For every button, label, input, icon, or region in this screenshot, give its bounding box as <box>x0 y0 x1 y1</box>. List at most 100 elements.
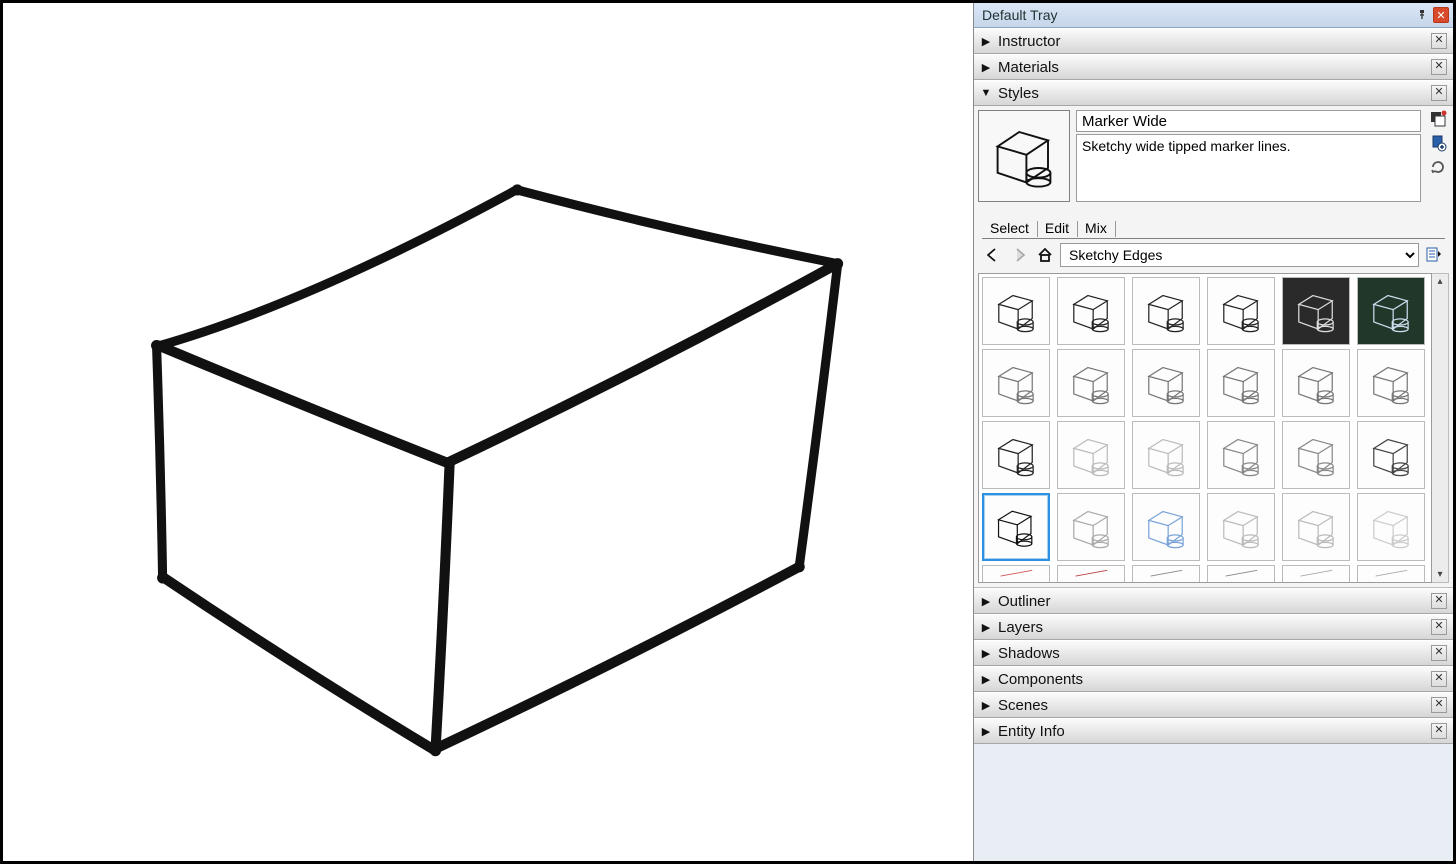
style-thumb[interactable] <box>1057 277 1125 345</box>
style-thumb[interactable] <box>1282 565 1350 583</box>
tray-close-button[interactable]: ✕ <box>1433 7 1449 23</box>
style-thumb[interactable] <box>1057 421 1125 489</box>
tab-underline <box>982 238 1445 239</box>
style-description-input[interactable]: Sketchy wide tipped marker lines. <box>1076 134 1421 202</box>
panel-materials: ▶ Materials ✕ <box>974 54 1453 80</box>
style-thumb[interactable] <box>1357 565 1425 583</box>
chevron-right-icon: ▶ <box>980 725 992 738</box>
panel-close-button[interactable]: ✕ <box>1431 33 1447 49</box>
style-thumb[interactable] <box>982 565 1050 583</box>
home-icon[interactable] <box>1034 244 1056 266</box>
style-thumb[interactable] <box>1357 277 1425 345</box>
panel-close-button[interactable]: ✕ <box>1431 645 1447 661</box>
panel-close-button[interactable]: ✕ <box>1431 697 1447 713</box>
details-icon[interactable] <box>1423 244 1445 266</box>
style-thumb[interactable] <box>1132 493 1200 561</box>
style-thumb[interactable] <box>1282 349 1350 417</box>
style-thumb[interactable] <box>1357 421 1425 489</box>
panel-header-instructor[interactable]: ▶ Instructor ✕ <box>974 29 1453 54</box>
panel-close-button[interactable]: ✕ <box>1431 671 1447 687</box>
panel-label: Materials <box>998 59 1431 76</box>
style-thumb[interactable] <box>982 421 1050 489</box>
panel-shadows: ▶ Shadows ✕ <box>974 640 1453 666</box>
style-thumb[interactable] <box>1207 493 1275 561</box>
style-thumb[interactable] <box>982 493 1050 561</box>
style-thumb[interactable] <box>1057 565 1125 583</box>
styles-scrollbar[interactable]: ▴ ▾ <box>1432 273 1449 583</box>
scroll-down-icon[interactable]: ▾ <box>1433 567 1448 582</box>
style-thumb[interactable] <box>982 277 1050 345</box>
style-thumb[interactable] <box>1207 565 1275 583</box>
chevron-right-icon: ▶ <box>980 61 992 74</box>
app-root: Default Tray ✕ ▶ Instructor ✕ ▶ Material… <box>0 0 1456 864</box>
style-thumb[interactable] <box>1357 349 1425 417</box>
style-thumb[interactable] <box>1282 277 1350 345</box>
style-thumb[interactable] <box>982 349 1050 417</box>
tray-title: Default Tray <box>982 7 1057 23</box>
styles-nav-row: Sketchy Edges <box>978 243 1449 273</box>
style-thumb[interactable] <box>1282 421 1350 489</box>
chevron-right-icon: ▶ <box>980 647 992 660</box>
style-thumb[interactable] <box>1132 349 1200 417</box>
tab-select[interactable]: Select <box>982 218 1037 238</box>
panel-close-button[interactable]: ✕ <box>1431 723 1447 739</box>
style-thumb[interactable] <box>1057 493 1125 561</box>
panel-label: Instructor <box>998 33 1431 50</box>
panel-header-shadows[interactable]: ▶ Shadows ✕ <box>974 641 1453 666</box>
chevron-right-icon: ▶ <box>980 699 992 712</box>
tab-edit[interactable]: Edit <box>1037 218 1077 238</box>
chevron-right-icon: ▶ <box>980 673 992 686</box>
chevron-right-icon: ▶ <box>980 595 992 608</box>
panel-close-button[interactable]: ✕ <box>1431 85 1447 101</box>
tray-titlebar[interactable]: Default Tray ✕ <box>974 3 1453 28</box>
refresh-styles-icon[interactable] <box>1429 158 1447 176</box>
panel-styles: ▼ Styles ✕ Sketchy wide tipped marker li… <box>974 80 1453 588</box>
panel-label: Layers <box>998 619 1431 636</box>
styles-panel-body: Sketchy wide tipped marker lines. <box>974 106 1453 588</box>
style-thumb[interactable] <box>1282 493 1350 561</box>
panel-label: Entity Info <box>998 723 1431 740</box>
scroll-up-icon[interactable]: ▴ <box>1433 274 1448 289</box>
tab-mix[interactable]: Mix <box>1077 218 1115 238</box>
panel-label: Shadows <box>998 645 1431 662</box>
panel-layers: ▶ Layers ✕ <box>974 614 1453 640</box>
style-thumb[interactable] <box>1207 421 1275 489</box>
style-thumb[interactable] <box>1132 565 1200 583</box>
chevron-right-icon: ▶ <box>980 35 992 48</box>
nav-forward-button[interactable] <box>1008 244 1030 266</box>
panel-header-scenes[interactable]: ▶ Scenes ✕ <box>974 693 1453 718</box>
panel-header-materials[interactable]: ▶ Materials ✕ <box>974 55 1453 80</box>
panel-header-styles[interactable]: ▼ Styles ✕ <box>974 81 1453 106</box>
style-thumb[interactable] <box>1132 277 1200 345</box>
style-name-input[interactable] <box>1076 110 1421 132</box>
style-thumb[interactable] <box>1207 277 1275 345</box>
panel-header-components[interactable]: ▶ Components ✕ <box>974 667 1453 692</box>
style-thumb[interactable] <box>1207 349 1275 417</box>
panel-label: Scenes <box>998 697 1431 714</box>
model-viewport[interactable] <box>3 3 973 861</box>
default-tray: Default Tray ✕ ▶ Instructor ✕ ▶ Material… <box>973 3 1453 861</box>
panel-close-button[interactable]: ✕ <box>1431 593 1447 609</box>
panel-label: Styles <box>998 85 1431 102</box>
style-thumbs-area: ▴ ▾ <box>978 273 1449 583</box>
panel-header-entity-info[interactable]: ▶ Entity Info ✕ <box>974 719 1453 744</box>
panel-scenes: ▶ Scenes ✕ <box>974 692 1453 718</box>
styles-tabs: Select Edit Mix <box>978 218 1449 238</box>
panel-outliner: ▶ Outliner ✕ <box>974 588 1453 614</box>
style-thumb[interactable] <box>1057 349 1125 417</box>
style-thumb[interactable] <box>1132 421 1200 489</box>
panel-close-button[interactable]: ✕ <box>1431 619 1447 635</box>
panel-header-outliner[interactable]: ▶ Outliner ✕ <box>974 589 1453 614</box>
update-style-icon[interactable] <box>1429 110 1447 128</box>
panel-components: ▶ Components ✕ <box>974 666 1453 692</box>
collection-select[interactable]: Sketchy Edges <box>1060 243 1419 267</box>
style-thumb[interactable] <box>1357 493 1425 561</box>
panel-label: Components <box>998 671 1431 688</box>
panel-header-layers[interactable]: ▶ Layers ✕ <box>974 615 1453 640</box>
style-thumbs-grid[interactable] <box>978 273 1432 583</box>
nav-back-button[interactable] <box>982 244 1004 266</box>
create-style-icon[interactable] <box>1429 134 1447 152</box>
panel-close-button[interactable]: ✕ <box>1431 59 1447 75</box>
current-style-thumb[interactable] <box>978 110 1070 202</box>
pin-icon[interactable] <box>1414 7 1430 23</box>
